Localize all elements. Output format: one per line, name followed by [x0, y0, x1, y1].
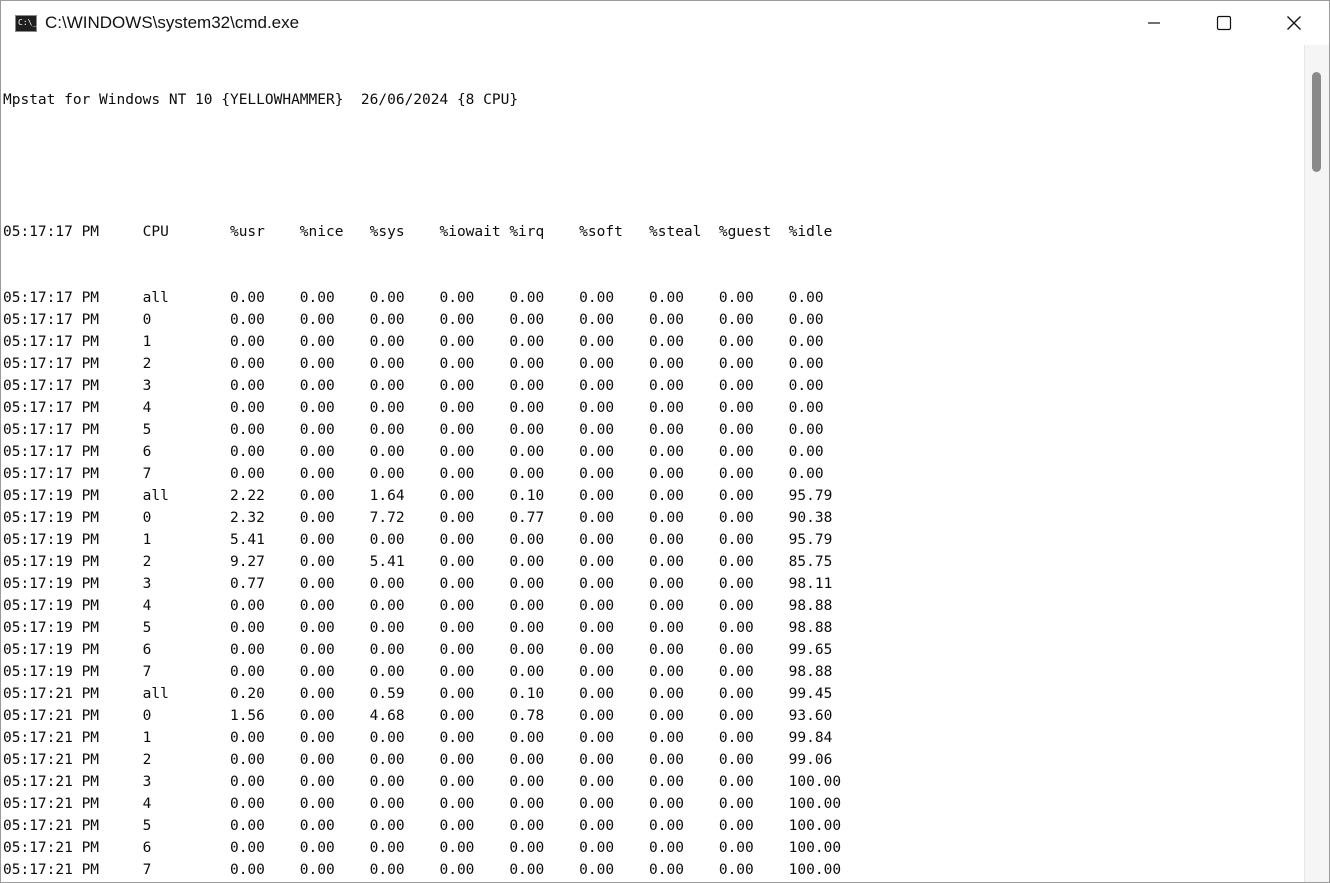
table-row: 05:17:17 PM all 0.00 0.00 0.00 0.00 0.00…	[3, 290, 824, 306]
table-row: 05:17:21 PM 5 0.00 0.00 0.00 0.00 0.00 0…	[3, 818, 842, 834]
stats-rows: 05:17:17 PM all 0.00 0.00 0.00 0.00 0.00…	[3, 287, 1305, 881]
table-row: 05:17:21 PM 6 0.00 0.00 0.00 0.00 0.00 0…	[3, 840, 842, 856]
column-header-row: 05:17:17 PM CPU %usr %nice %sys %iowait …	[3, 224, 833, 240]
table-row: 05:17:17 PM 2 0.00 0.00 0.00 0.00 0.00 0…	[3, 356, 824, 372]
table-row: 05:17:17 PM 7 0.00 0.00 0.00 0.00 0.00 0…	[3, 466, 824, 482]
table-row: 05:17:17 PM 4 0.00 0.00 0.00 0.00 0.00 0…	[3, 400, 824, 416]
table-row: 05:17:21 PM 2 0.00 0.00 0.00 0.00 0.00 0…	[3, 752, 833, 768]
table-row: 05:17:17 PM 1 0.00 0.00 0.00 0.00 0.00 0…	[3, 334, 824, 350]
close-button[interactable]	[1259, 1, 1329, 45]
terminal-output: Mpstat for Windows NT 10 {YELLOWHAMMER} …	[1, 45, 1305, 882]
table-row: 05:17:21 PM 7 0.00 0.00 0.00 0.00 0.00 0…	[3, 862, 842, 878]
window-controls	[1119, 1, 1329, 45]
table-row: 05:17:19 PM 3 0.77 0.00 0.00 0.00 0.00 0…	[3, 576, 833, 592]
maximize-icon	[1216, 15, 1232, 31]
console-area[interactable]: Mpstat for Windows NT 10 {YELLOWHAMMER} …	[1, 45, 1305, 882]
table-row: 05:17:19 PM 7 0.00 0.00 0.00 0.00 0.00 0…	[3, 664, 833, 680]
table-row: 05:17:19 PM 0 2.32 0.00 7.72 0.00 0.77 0…	[3, 510, 833, 526]
table-row: 05:17:17 PM 6 0.00 0.00 0.00 0.00 0.00 0…	[3, 444, 824, 460]
table-row: 05:17:21 PM 0 1.56 0.00 4.68 0.00 0.78 0…	[3, 708, 833, 724]
table-row: 05:17:17 PM 5 0.00 0.00 0.00 0.00 0.00 0…	[3, 422, 824, 438]
cmd-icon[interactable]	[15, 14, 37, 32]
table-row: 05:17:17 PM 3 0.00 0.00 0.00 0.00 0.00 0…	[3, 378, 824, 394]
vertical-scrollbar[interactable]	[1304, 45, 1329, 882]
cmd-window: C:\WINDOWS\system32\cmd.exe Mpst	[0, 0, 1330, 883]
table-row: 05:17:19 PM 2 9.27 0.00 5.41 0.00 0.00 0…	[3, 554, 833, 570]
table-row: 05:17:17 PM 0 0.00 0.00 0.00 0.00 0.00 0…	[3, 312, 824, 328]
table-row: 05:17:19 PM 6 0.00 0.00 0.00 0.00 0.00 0…	[3, 642, 833, 658]
maximize-button[interactable]	[1189, 1, 1259, 45]
table-row: 05:17:19 PM 4 0.00 0.00 0.00 0.00 0.00 0…	[3, 598, 833, 614]
table-row: 05:17:19 PM 5 0.00 0.00 0.00 0.00 0.00 0…	[3, 620, 833, 636]
minimize-icon	[1148, 22, 1160, 24]
table-row: 05:17:19 PM 1 5.41 0.00 0.00 0.00 0.00 0…	[3, 532, 833, 548]
table-row: 05:17:21 PM 4 0.00 0.00 0.00 0.00 0.00 0…	[3, 796, 842, 812]
close-icon	[1287, 16, 1301, 30]
title-bar[interactable]: C:\WINDOWS\system32\cmd.exe	[1, 1, 1329, 45]
terminal-header: Mpstat for Windows NT 10 {YELLOWHAMMER} …	[3, 92, 519, 108]
scrollbar-thumb[interactable]	[1312, 72, 1321, 172]
minimize-button[interactable]	[1119, 1, 1189, 45]
table-row: 05:17:19 PM all 2.22 0.00 1.64 0.00 0.10…	[3, 488, 833, 504]
window-title: C:\WINDOWS\system32\cmd.exe	[45, 13, 300, 32]
table-row: 05:17:21 PM all 0.20 0.00 0.59 0.00 0.10…	[3, 686, 833, 702]
table-row: 05:17:21 PM 1 0.00 0.00 0.00 0.00 0.00 0…	[3, 730, 833, 746]
table-row: 05:17:21 PM 3 0.00 0.00 0.00 0.00 0.00 0…	[3, 774, 842, 790]
